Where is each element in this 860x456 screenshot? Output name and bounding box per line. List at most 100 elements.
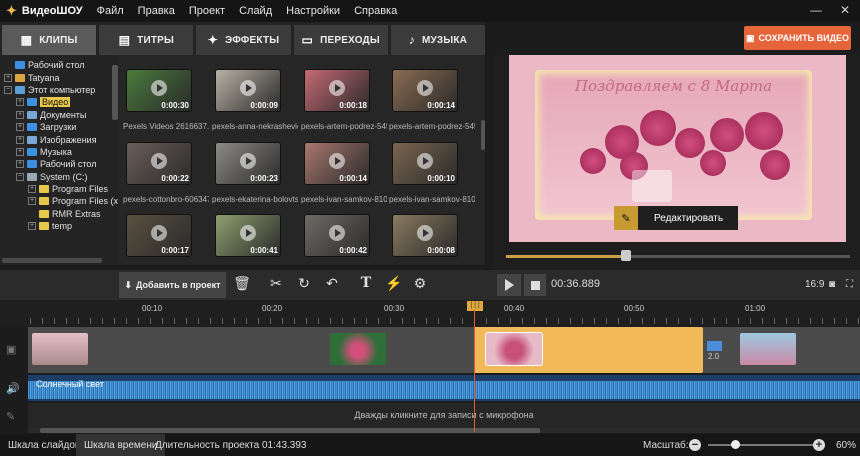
play-icon[interactable] (329, 153, 345, 170)
snapshot-icon[interactable]: ◙ (829, 279, 835, 290)
clips-scrollbar[interactable] (481, 120, 485, 150)
expand-toggle-icon[interactable]: − (4, 85, 12, 94)
tree-item[interactable]: + Видео (0, 96, 119, 108)
clip-thumbnail[interactable]: 0:00:42 (305, 215, 369, 256)
expand-toggle-icon[interactable]: + (28, 185, 36, 194)
slide-thumbnail[interactable] (330, 333, 386, 365)
clip-thumbnail[interactable]: 0:00:08 (393, 215, 457, 256)
play-icon[interactable] (151, 225, 167, 242)
expand-toggle-icon[interactable]: + (16, 123, 24, 132)
tree-item[interactable]: + Program Files (x (0, 195, 119, 207)
project-duration: Длительность проекта 01:43.393 (155, 440, 307, 451)
tab-effects[interactable]: ✦ ЭФФЕКТЫ (196, 25, 291, 55)
tree-item[interactable]: + Загрузки (0, 121, 119, 133)
minimize-button[interactable]: — (810, 3, 822, 17)
play-icon[interactable] (151, 80, 167, 97)
tab-music[interactable]: ♪ МУЗЫКА (390, 25, 486, 55)
play-icon[interactable] (151, 153, 167, 170)
clip-thumbnail[interactable]: 0:00:17 (127, 215, 191, 256)
play-icon[interactable] (417, 153, 433, 170)
clip-thumbnail[interactable]: 0:00:14 (305, 143, 369, 184)
tree-item[interactable]: + Рабочий стол (0, 158, 119, 170)
menu-file[interactable]: Файл (97, 5, 124, 17)
tree-scrollbar[interactable] (112, 65, 118, 120)
fullscreen-icon[interactable]: ⛶ (846, 279, 853, 290)
clip-thumbnail[interactable]: 0:00:10 (393, 143, 457, 184)
zoom-out-icon[interactable]: − (689, 439, 701, 451)
tree-item[interactable]: + Program Files (0, 183, 119, 195)
expand-toggle-icon[interactable]: + (28, 197, 36, 206)
tab-transitions[interactable]: ▭ ПЕРЕХОДЫ (293, 25, 388, 55)
rotate-icon[interactable]: ↻ (295, 275, 313, 292)
tree-hscrollbar[interactable] (2, 258, 102, 263)
expand-toggle-icon[interactable]: + (28, 222, 36, 231)
flower-shape (700, 150, 726, 176)
slide-thumbnail[interactable] (486, 333, 542, 365)
preview-seek-handle[interactable] (621, 250, 632, 261)
menu-help[interactable]: Справка (354, 5, 397, 17)
tree-item[interactable]: RMR Extras (0, 208, 119, 220)
expand-toggle-icon[interactable]: + (16, 110, 24, 119)
menu-settings[interactable]: Настройки (286, 5, 340, 17)
clip-thumbnail[interactable]: 0:00:22 (127, 143, 191, 184)
delete-icon[interactable]: 🗑 (233, 275, 251, 292)
slide-thumbnail[interactable] (740, 333, 796, 365)
clip-thumbnail[interactable]: 0:00:18 (305, 70, 369, 111)
expand-toggle-icon[interactable]: + (16, 147, 24, 156)
scissors-icon[interactable]: ✂ (267, 275, 285, 292)
undo-icon[interactable]: ↶ (323, 275, 341, 292)
zoom-in-icon[interactable]: + (813, 439, 825, 451)
expand-toggle-icon[interactable]: + (16, 160, 24, 169)
tree-item[interactable]: + temp (0, 220, 119, 232)
expand-toggle-icon[interactable]: + (16, 98, 24, 107)
add-to-project-button[interactable]: ⬇ Добавить в проект (119, 272, 226, 298)
tab-slide-scale[interactable]: Шкала слайдов (0, 434, 88, 456)
save-video-button[interactable]: ▣ СОХРАНИТЬ ВИДЕО (744, 26, 851, 50)
play-icon[interactable] (329, 225, 345, 242)
play-icon[interactable] (240, 80, 256, 97)
menu-project[interactable]: Проект (189, 5, 225, 17)
clip-thumbnail[interactable]: 0:00:30 (127, 70, 191, 111)
play-icon[interactable] (417, 80, 433, 97)
tree-item[interactable]: − Этот компьютер (0, 84, 119, 96)
video-track[interactable] (28, 327, 860, 373)
tree-item[interactable]: Рабочий стол (0, 59, 119, 71)
tab-clips[interactable]: ▦ КЛИПЫ (2, 25, 97, 55)
clip-thumbnail[interactable]: 0:00:14 (393, 70, 457, 111)
play-icon[interactable] (240, 225, 256, 242)
clip-filename: pexels-cottonbro-6063475 (123, 195, 209, 204)
clip-thumbnail[interactable]: 0:00:41 (216, 215, 280, 256)
expand-toggle-icon[interactable]: + (4, 73, 12, 82)
zoom-slider-handle[interactable] (730, 440, 740, 449)
play-icon[interactable] (329, 80, 345, 97)
transition-icon[interactable] (707, 341, 722, 351)
tab-time-scale[interactable]: Шкала времени (76, 434, 166, 456)
timeline-scroll-thumb[interactable] (40, 428, 540, 433)
zoom-slider[interactable] (708, 444, 814, 446)
edit-slide-button[interactable]: ✎ Редактировать (614, 206, 738, 230)
expand-toggle-icon[interactable]: − (16, 172, 24, 181)
magic-wand-icon[interactable]: ⚡ (385, 275, 403, 292)
tree-item[interactable]: − System (C:) (0, 171, 119, 183)
tree-item[interactable]: + Tatyana (0, 71, 119, 83)
tree-item[interactable]: + Музыка (0, 146, 119, 158)
tab-titles[interactable]: ▤ ТИТРЫ (99, 25, 194, 55)
clip-thumbnail[interactable]: 0:00:09 (216, 70, 280, 111)
menu-slide[interactable]: Слайд (239, 5, 272, 17)
stop-button[interactable] (524, 274, 546, 296)
playhead-handle[interactable]: | | | (467, 301, 483, 311)
tree-item[interactable]: + Документы (0, 109, 119, 121)
flower-shape (580, 148, 606, 174)
gear-icon[interactable]: ⚙ (411, 275, 429, 292)
text-icon[interactable]: T (357, 275, 375, 291)
aspect-ratio[interactable]: 16:9 (805, 279, 824, 290)
play-button[interactable] (497, 274, 521, 296)
close-button[interactable]: ✕ (840, 3, 850, 17)
clip-thumbnail[interactable]: 0:00:23 (216, 143, 280, 184)
menu-edit[interactable]: Правка (138, 5, 175, 17)
slide-thumbnail[interactable] (32, 333, 88, 365)
tree-item[interactable]: + Изображения (0, 133, 119, 145)
play-icon[interactable] (240, 153, 256, 170)
play-icon[interactable] (417, 225, 433, 242)
expand-toggle-icon[interactable]: + (16, 135, 24, 144)
